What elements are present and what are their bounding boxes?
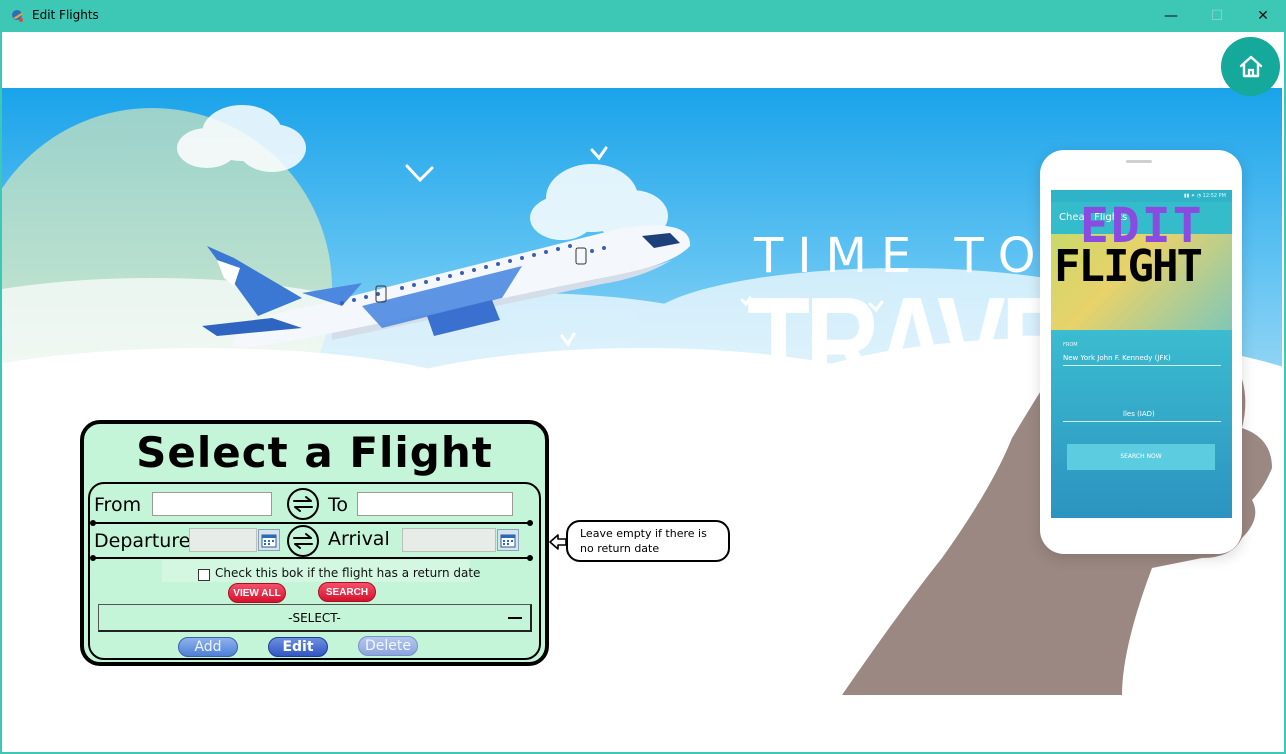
divider-dot	[527, 520, 533, 526]
to-input[interactable]	[357, 492, 513, 516]
divider-line	[92, 557, 530, 559]
flight-overlay-text: FLIGHT	[1054, 241, 1203, 292]
phone-search-form: FROM New York John F. Kennedy (JFK) lles…	[1051, 330, 1232, 518]
swap-dates-button[interactable]	[287, 525, 319, 557]
swap-icon	[293, 496, 313, 512]
return-date-checkbox-label: Check this bok if the flight has a retur…	[215, 566, 481, 580]
arrival-calendar-button[interactable]	[497, 529, 519, 551]
from-input[interactable]	[152, 492, 272, 516]
home-icon	[1239, 55, 1262, 77]
app-icon	[12, 10, 23, 22]
select-flight-panel: Select a Flight From To Departure Arriva…	[80, 420, 549, 666]
close-button[interactable]: ✕	[1240, 0, 1286, 32]
phone-search-button: SEARCH NOW	[1067, 444, 1215, 470]
from-label: From	[94, 494, 142, 516]
return-date-checkbox[interactable]	[198, 569, 210, 581]
window-title: Edit Flights	[32, 8, 99, 22]
divider-line	[92, 522, 530, 524]
arrival-label: Arrival	[328, 528, 390, 550]
swap-icon	[293, 533, 313, 549]
phone-from-label: FROM	[1063, 342, 1078, 348]
tooltip-pointer	[549, 534, 567, 550]
departure-calendar-button[interactable]	[258, 529, 280, 551]
search-button[interactable]: SEARCH	[318, 582, 376, 602]
flight-select-dropdown[interactable]: -SELECT-	[98, 604, 532, 632]
minimize-button[interactable]: —	[1148, 0, 1194, 32]
panel-title: Select a Flight	[136, 428, 493, 477]
add-button[interactable]: Add	[178, 637, 238, 657]
window-titlebar: Edit Flights — ☐ ✕	[0, 0, 1286, 32]
divider-dot	[90, 520, 96, 526]
phone-to-field: lles (IAD)	[1063, 410, 1221, 422]
departure-date-input[interactable]	[189, 528, 257, 552]
calendar-icon	[500, 534, 516, 548]
edit-button[interactable]: Edit	[268, 637, 328, 657]
phone-speaker	[1126, 160, 1152, 163]
phone-from-field: New York John F. Kennedy (JFK)	[1063, 354, 1221, 366]
return-date-tooltip: Leave empty if there is no return date	[566, 520, 730, 562]
phone-mockup: ▮▮ ✦ ◔ 12:52 PM Cheap Flights FROM New Y…	[1040, 150, 1242, 554]
maximize-button[interactable]: ☐	[1194, 0, 1240, 32]
view-all-button[interactable]: VIEW ALL	[228, 583, 286, 603]
calendar-icon	[261, 534, 277, 548]
swap-from-to-button[interactable]	[287, 488, 319, 520]
home-button[interactable]	[1221, 37, 1280, 96]
to-label: To	[328, 494, 349, 516]
delete-button[interactable]: Delete	[358, 636, 418, 656]
divider-dot	[90, 555, 96, 561]
divider-dot	[527, 555, 533, 561]
arrival-date-input[interactable]	[402, 528, 496, 552]
flight-select-value: -SELECT-	[288, 610, 341, 625]
dropdown-arrow-icon	[508, 617, 522, 619]
departure-label: Departure	[94, 530, 191, 552]
